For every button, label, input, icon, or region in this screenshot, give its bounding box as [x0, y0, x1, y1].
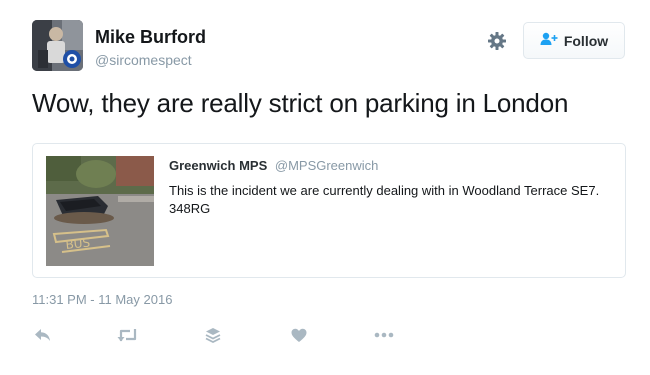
author-name[interactable]: Mike Burford — [95, 27, 206, 48]
follow-button-label: Follow — [563, 32, 609, 49]
quoted-author-name[interactable]: Greenwich MPS — [169, 158, 267, 173]
author-handle[interactable]: @sircomespect — [95, 52, 192, 68]
tweet-text: Wow, they are really strict on parking i… — [32, 88, 569, 118]
quoted-tweet-text: This is the incident we are currently de… — [169, 183, 600, 216]
retweet-icon[interactable] — [115, 322, 141, 348]
follow-button[interactable]: Follow — [523, 22, 625, 59]
quoted-tweet[interactable]: BUS Greenwich MPS @MPSGreenwich This is … — [32, 143, 626, 278]
tweet-timestamp[interactable]: 11:31 PM - 11 May 2016 — [32, 292, 172, 307]
reply-icon[interactable] — [30, 322, 56, 348]
buffer-stack-icon[interactable] — [200, 322, 226, 348]
quoted-tweet-header: Greenwich MPS @MPSGreenwich — [169, 158, 378, 173]
quoted-tweet-image[interactable]: BUS — [46, 156, 154, 266]
gear-icon[interactable] — [484, 28, 510, 54]
quoted-author-handle[interactable]: @MPSGreenwich — [275, 158, 379, 173]
svg-text:BUS: BUS — [65, 235, 91, 251]
more-dots-icon[interactable] — [371, 322, 397, 348]
tweet-card: Mike Burford @sircomespect Follow Wow, t… — [0, 0, 650, 375]
add-user-icon — [540, 32, 558, 49]
tweet-actions — [30, 322, 410, 348]
avatar[interactable] — [32, 20, 83, 71]
heart-icon[interactable] — [286, 322, 312, 348]
